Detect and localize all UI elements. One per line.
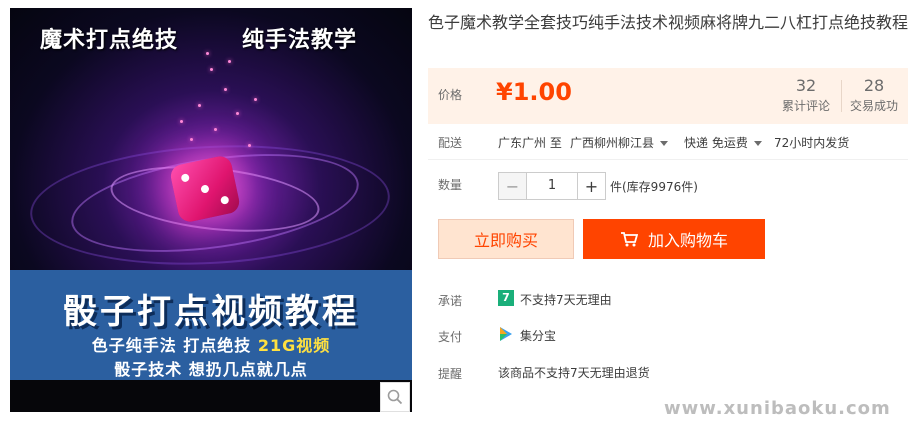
shipping-dispatch-time: 72小时内发货 [774,136,850,150]
image-artwork: 魔术打点绝技 纯手法教学 [10,8,412,274]
dice-pip [200,184,210,194]
banner-line-2: 骰子技术 想扔几点就几点 [114,360,308,379]
promise-row: 承诺 7 不支持7天无理由 [428,288,908,312]
price-panel: 价格 ¥1.00 32 累计评论 28 交易成功 [428,68,908,124]
quantity-label: 数量 [438,178,463,192]
chevron-down-icon [660,141,669,146]
site-watermark: www.xunibaoku.com [664,398,891,419]
reviews-count: 32 [795,76,817,95]
product-main-image[interactable]: 魔术打点绝技 纯手法教学 骰子打点视频教程 色子纯手法 打点绝技 21G视频 骰… [10,8,412,412]
reminder-label: 提醒 [438,367,463,381]
sparkle [248,144,251,147]
shipping-label: 配送 [438,136,463,150]
sparkle [228,60,231,63]
banner-line-1: 色子纯手法 打点绝技 21G视频 [10,332,412,356]
sparkle [190,138,193,141]
banner-line-1-highlight: 21G视频 [257,336,331,355]
quantity-input[interactable]: 1 [527,173,577,199]
sparkle [236,112,239,115]
deals-stat: 28 交易成功 [844,76,904,114]
sparkle [198,104,201,107]
product-title: 色子魔术教学全套技巧纯手法技术视频麻将牌九二八杠打点绝技教程 [428,13,909,32]
quantity-stepper: − 1 + [498,172,606,200]
deals-count: 28 [863,76,885,95]
payment-label: 支付 [438,330,463,344]
chevron-down-icon [753,141,762,146]
reviews-label: 累计评论 [781,99,830,113]
quantity-increase-button[interactable]: + [577,173,605,199]
sparkle [206,52,209,55]
sparkle [210,68,213,71]
sparkle [180,120,183,123]
cart-icon [620,232,638,247]
reminder-text: 该商品不支持7天无理由退货 [498,366,650,380]
price-value: ¥1.00 [496,78,572,106]
banner-line-1-text: 色子纯手法 打点绝技 [91,336,258,355]
image-footer [10,380,412,412]
reviews-stat[interactable]: 32 累计评论 [776,76,836,114]
payment-text: 集分宝 [520,329,557,343]
shipping-destination[interactable]: 广西柳州柳江县 [570,134,669,151]
sparkle [214,128,217,131]
banner-title: 骰子打点视频教程 [63,292,359,332]
quantity-decrease-button[interactable]: − [499,173,527,199]
shipping-row: 配送 广东广州 至 广西柳州柳江县 快递 免运费 72小时内发货 [428,130,908,160]
add-to-cart-label: 加入购物车 [647,231,728,250]
image-caption-right: 纯手法教学 [242,28,358,53]
image-caption-left: 魔术打点绝技 [40,28,179,53]
quantity-row: 数量 − 1 + 件(库存9976件) [428,172,908,200]
shipping-destination-text: 广西柳州柳江县 [570,136,655,150]
shipping-method-text: 快递 免运费 [684,136,748,150]
search-icon [387,389,403,405]
image-banner: 骰子打点视频教程 色子纯手法 打点绝技 21G视频 骰子技术 想扔几点就几点 [10,270,412,380]
divider [841,80,842,112]
shipping-method[interactable]: 快递 免运费 [684,134,762,151]
jifenbao-icon [498,326,514,342]
add-to-cart-button[interactable]: 加入购物车 [583,219,765,259]
buy-now-button[interactable]: 立即购买 [438,219,574,259]
seven-day-badge-icon: 7 [498,290,514,306]
promise-label: 承诺 [438,294,463,308]
shipping-from: 广东广州 至 [498,136,562,150]
reminder-row: 提醒 该商品不支持7天无理由退货 [428,361,908,385]
deals-label: 交易成功 [849,99,898,113]
stock-text: 件(库存9976件) [610,180,698,194]
price-label: 价格 [438,88,463,102]
dice-pip [220,195,230,205]
promise-text[interactable]: 不支持7天无理由 [520,291,612,308]
payment-row: 支付 集分宝 [428,324,908,348]
dice-pip [180,173,190,183]
sparkle [224,88,227,91]
sparkle [254,98,257,101]
zoom-button[interactable] [380,382,410,412]
